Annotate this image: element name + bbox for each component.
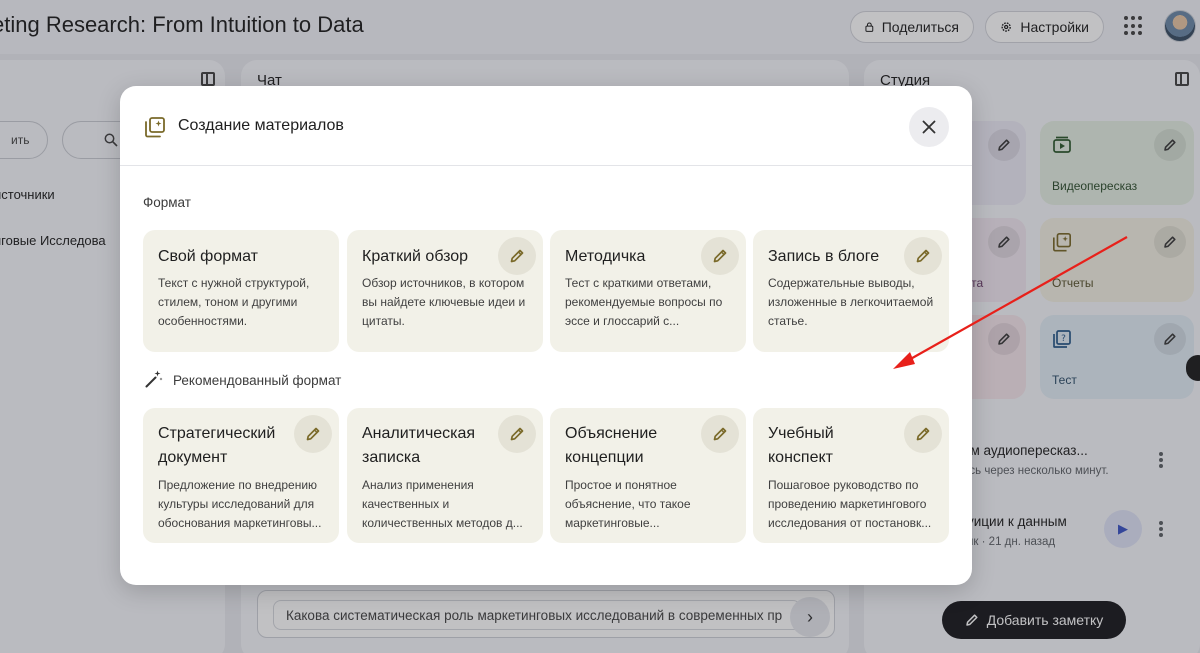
pencil-icon xyxy=(916,427,930,441)
close-icon xyxy=(922,120,936,134)
pencil-icon xyxy=(510,427,524,441)
card-description: Тест с краткими ответами, рекомендуемые … xyxy=(565,276,723,328)
format-card[interactable]: Запись в блоге Содержательные выводы, изл… xyxy=(753,230,949,352)
card-title: Запись в блоге xyxy=(768,248,880,265)
recommended-section-label: Рекомендованный формат xyxy=(173,373,342,388)
create-materials-icon xyxy=(145,117,165,138)
card-title: Стратегический документ xyxy=(158,425,276,466)
pencil-icon xyxy=(510,249,524,263)
dialog-header: Создание материалов xyxy=(120,86,972,166)
card-description: Анализ применения качественных и количес… xyxy=(362,478,523,530)
create-material-dialog: Создание материалов Формат Свой формат Те… xyxy=(120,86,972,585)
card-title: Краткий обзор xyxy=(362,248,469,265)
magic-wand-icon xyxy=(145,370,163,388)
format-card[interactable]: Аналитическая записка Анализ применения к… xyxy=(347,408,543,543)
card-title: Аналитическая записка xyxy=(362,425,476,466)
format-card[interactable]: Объяснение концепции Простое и понятное о… xyxy=(550,408,746,543)
edit-button[interactable] xyxy=(701,415,739,453)
format-card[interactable]: Стратегический документ Предложение по вн… xyxy=(143,408,339,543)
card-title: Свой формат xyxy=(158,248,258,265)
card-title: Объяснение концепции xyxy=(565,425,658,466)
pencil-icon xyxy=(306,427,320,441)
card-description: Простое и понятное объяснение, что такое… xyxy=(565,478,691,530)
format-card[interactable]: Методичка Тест с краткими ответами, реком… xyxy=(550,230,746,352)
card-title: Методичка xyxy=(565,248,646,265)
pencil-icon xyxy=(916,249,930,263)
edit-button[interactable] xyxy=(294,415,332,453)
edit-button[interactable] xyxy=(904,237,942,275)
card-description: Обзор источников, в котором вы найдете к… xyxy=(362,276,526,328)
dialog-title: Создание материалов xyxy=(178,117,344,134)
format-card[interactable]: Учебный конспект Пошаговое руководство по… xyxy=(753,408,949,543)
pencil-icon xyxy=(713,427,727,441)
card-description: Текст с нужной структурой, стилем, тоном… xyxy=(158,276,310,328)
edit-button[interactable] xyxy=(498,237,536,275)
card-description: Пошаговое руководство по проведению марк… xyxy=(768,478,932,530)
edit-button[interactable] xyxy=(904,415,942,453)
format-card[interactable]: Свой формат Текст с нужной структурой, ст… xyxy=(143,230,339,352)
edit-button[interactable] xyxy=(701,237,739,275)
card-description: Предложение по внедрению культуры исслед… xyxy=(158,478,322,530)
card-description: Содержательные выводы, изложенные в легк… xyxy=(768,276,934,328)
format-section-label: Формат xyxy=(143,195,191,210)
close-button[interactable] xyxy=(909,107,949,147)
card-title: Учебный конспект xyxy=(768,425,834,466)
format-card[interactable]: Краткий обзор Обзор источников, в котором… xyxy=(347,230,543,352)
edit-button[interactable] xyxy=(498,415,536,453)
pencil-icon xyxy=(713,249,727,263)
